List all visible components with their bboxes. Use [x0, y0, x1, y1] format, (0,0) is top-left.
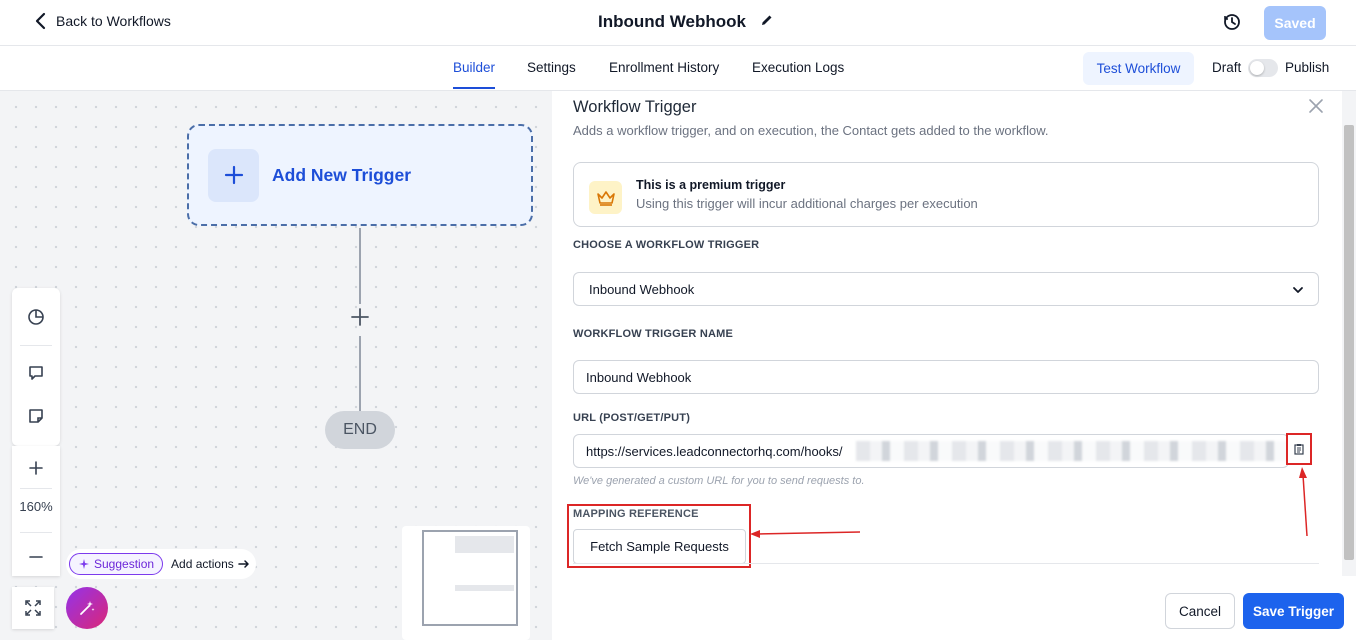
trigger-type-select[interactable]: Inbound Webhook [573, 272, 1319, 306]
add-actions-link[interactable]: Add actions [171, 557, 250, 571]
publish-toggle[interactable] [1248, 59, 1278, 77]
zoom-panel: 160% [12, 446, 60, 576]
arrow-right-icon [238, 560, 249, 568]
connector-line [359, 228, 361, 304]
minimap[interactable] [402, 526, 530, 640]
redacted-url-token [856, 441, 1288, 461]
ai-assistant-button[interactable] [66, 587, 108, 629]
chevron-left-icon [35, 12, 46, 30]
panel-subtitle: Adds a workflow trigger, and on executio… [573, 123, 1049, 138]
trigger-name-input[interactable]: Inbound Webhook [573, 360, 1319, 394]
connector-line [359, 336, 361, 411]
pencil-icon[interactable] [760, 13, 774, 32]
panel-scrollbar[interactable] [1342, 91, 1356, 576]
cancel-button[interactable]: Cancel [1165, 593, 1235, 629]
trigger-name-value: Inbound Webhook [586, 370, 692, 385]
divider [20, 488, 52, 489]
magic-wand-icon [80, 601, 95, 615]
trigger-type-value: Inbound Webhook [589, 282, 695, 297]
mapping-reference-label: MAPPING REFERENCE [573, 508, 699, 520]
premium-title: This is a premium trigger [636, 178, 786, 192]
toggle-knob [1250, 61, 1264, 75]
close-icon[interactable] [1308, 98, 1324, 114]
zoom-out-icon[interactable] [12, 537, 60, 577]
webhook-url-field[interactable]: https://services.leadconnectorhq.com/hoo… [573, 434, 1289, 468]
suggestion-pill[interactable]: Suggestion [69, 553, 164, 575]
sticky-note-icon[interactable] [12, 396, 60, 436]
add-actions-label: Add actions [171, 557, 234, 571]
draft-label: Draft [1212, 60, 1242, 75]
minimap-node [455, 536, 514, 553]
tabs-bar: Builder Settings Enrollment History Exec… [0, 46, 1356, 91]
sparkle-icon [79, 559, 89, 569]
top-header: Back to Workflows Inbound Webhook Saved [0, 0, 1356, 46]
history-icon[interactable] [1222, 12, 1242, 32]
premium-notice: This is a premium trigger Using this tri… [573, 162, 1319, 227]
test-workflow-button[interactable]: Test Workflow [1083, 52, 1194, 85]
panel-title: Workflow Trigger [573, 98, 697, 116]
save-trigger-button[interactable]: Save Trigger [1243, 593, 1344, 629]
expand-icon [25, 600, 41, 616]
chevron-down-icon [1293, 287, 1303, 293]
back-to-workflows-link[interactable]: Back to Workflows [34, 12, 171, 30]
suggestion-bar: Suggestion Add actions [66, 549, 256, 579]
end-node: END [325, 411, 395, 449]
publish-label: Publish [1285, 60, 1330, 75]
divider [20, 532, 52, 533]
tab-execution-logs[interactable]: Execution Logs [752, 60, 844, 75]
zoom-level: 160% [19, 499, 53, 514]
add-new-trigger-card[interactable]: Add New Trigger [187, 124, 533, 226]
canvas-tool-panel [12, 288, 60, 446]
copy-url-button[interactable] [1286, 433, 1312, 465]
divider [573, 563, 1319, 564]
tab-builder[interactable]: Builder [453, 60, 496, 89]
workflow-canvas[interactable]: Add New Trigger END 160% Suggestion Add … [0, 91, 552, 640]
plus-icon [208, 148, 259, 202]
trigger-name-label: WORKFLOW TRIGGER NAME [573, 328, 734, 340]
divider [20, 345, 52, 346]
clipboard-icon [1294, 444, 1304, 455]
fit-view-button[interactable] [12, 587, 54, 629]
crown-icon [589, 181, 622, 214]
choose-trigger-label: CHOOSE A WORKFLOW TRIGGER [573, 239, 760, 251]
tab-settings[interactable]: Settings [527, 60, 576, 75]
saved-button[interactable]: Saved [1264, 6, 1326, 40]
premium-description: Using this trigger will incur additional… [636, 196, 978, 211]
suggestion-label: Suggestion [94, 557, 155, 571]
url-label: URL (POST/GET/PUT) [573, 412, 691, 424]
fetch-sample-requests-button[interactable]: Fetch Sample Requests [573, 529, 746, 564]
comment-icon[interactable] [12, 353, 60, 393]
workflow-title: Inbound Webhook [598, 12, 746, 31]
zoom-in-icon[interactable] [12, 448, 60, 488]
add-step-icon[interactable] [351, 308, 369, 326]
tab-enrollment-history[interactable]: Enrollment History [609, 60, 719, 75]
pie-chart-icon[interactable] [12, 297, 60, 337]
back-label: Back to Workflows [56, 13, 171, 29]
scrollbar-thumb[interactable] [1344, 125, 1354, 560]
webhook-url-value: https://services.leadconnectorhq.com/hoo… [586, 444, 843, 459]
minimap-node [455, 585, 514, 591]
add-trigger-label: Add New Trigger [272, 164, 412, 185]
url-helper-text: We've generated a custom URL for you to … [573, 475, 865, 487]
workflow-trigger-panel: Workflow Trigger Adds a workflow trigger… [552, 91, 1356, 640]
